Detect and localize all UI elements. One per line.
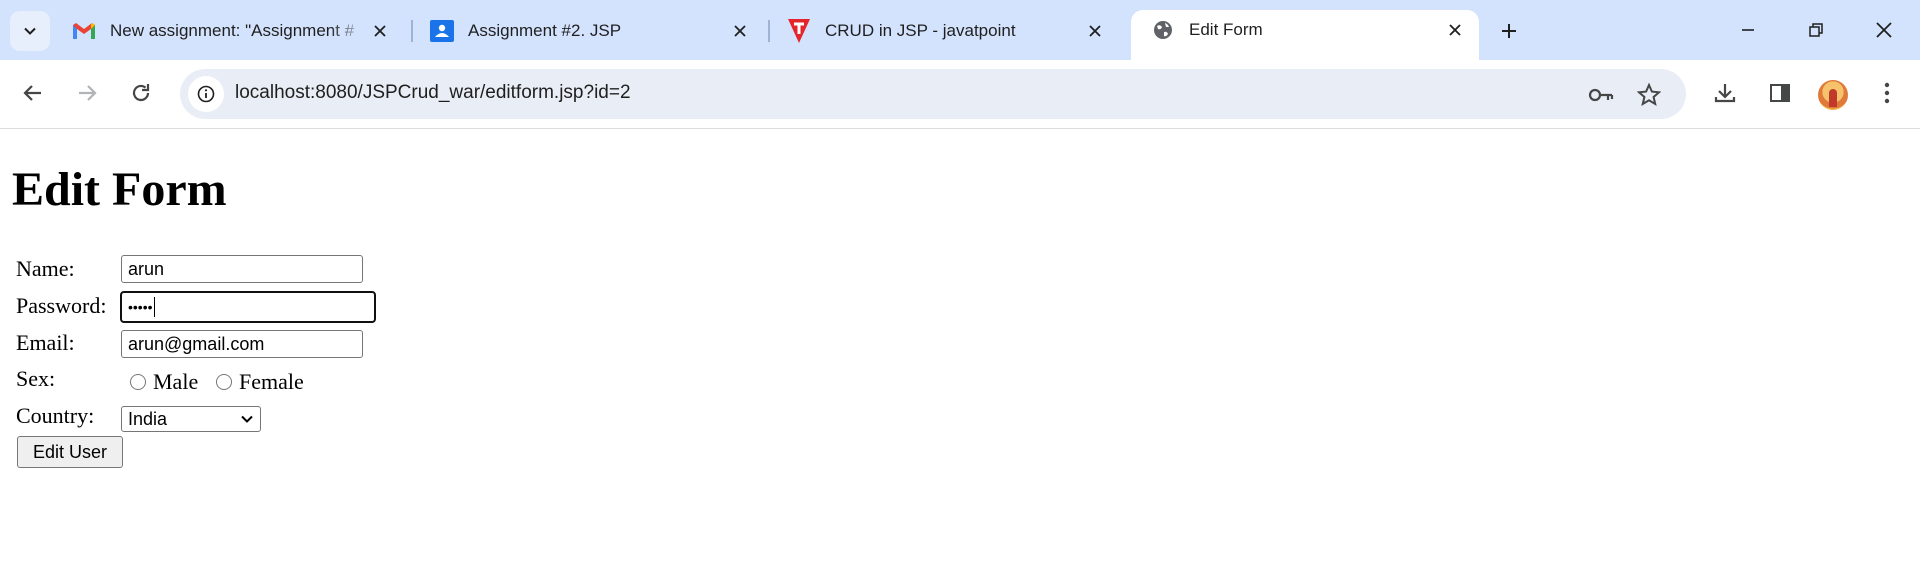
- text-caret: [153, 297, 155, 317]
- back-button[interactable]: [16, 76, 50, 110]
- url-text: localhost:8080/JSPCrud_war/editform.jsp?…: [235, 82, 631, 103]
- key-icon[interactable]: [1588, 82, 1614, 108]
- reload-button[interactable]: [124, 76, 158, 110]
- side-panel-icon: [1770, 84, 1790, 102]
- restore-icon: [1809, 23, 1823, 37]
- forward-button[interactable]: [70, 76, 104, 110]
- sex-option-female-label: Female: [239, 369, 304, 394]
- reload-icon: [132, 84, 150, 102]
- email-input[interactable]: arun@gmail.com: [121, 330, 363, 358]
- profile-avatar[interactable]: [1818, 80, 1848, 110]
- password-label: Password:: [16, 293, 107, 318]
- tab-title: CRUD in JSP - javatpoint: [825, 21, 1016, 40]
- more-vert-icon: [1884, 82, 1890, 104]
- email-label: Email:: [16, 330, 75, 355]
- plus-icon: [1502, 24, 1516, 38]
- country-select[interactable]: India: [121, 406, 261, 432]
- tab-classroom[interactable]: Assignment #2. JSP: [410, 10, 764, 52]
- side-panel-button[interactable]: [1763, 76, 1797, 110]
- menu-button[interactable]: [1870, 76, 1904, 110]
- name-input[interactable]: arun: [121, 255, 363, 283]
- close-icon: [1876, 22, 1892, 38]
- tab-title: Assignment #2. JSP: [468, 21, 622, 40]
- close-icon[interactable]: [728, 19, 752, 43]
- site-info-icon[interactable]: [188, 76, 224, 112]
- tab-search-button[interactable]: [10, 11, 50, 51]
- page-title: Edit Form: [12, 163, 227, 216]
- tab-gmail[interactable]: New assignment: "Assignment #: [52, 10, 404, 52]
- classroom-icon: [430, 19, 454, 43]
- tab-javatpoint[interactable]: CRUD in JSP - javatpoint: [767, 10, 1119, 52]
- close-icon[interactable]: [1443, 18, 1467, 42]
- sex-option-male-label: Male: [153, 369, 199, 394]
- close-icon[interactable]: [368, 19, 392, 43]
- restore-button[interactable]: [1796, 12, 1836, 48]
- star-icon[interactable]: [1636, 82, 1662, 108]
- gmail-icon: [72, 19, 96, 43]
- javatpoint-icon: [787, 19, 811, 43]
- sex-label: Sex:: [16, 366, 56, 391]
- download-icon: [1714, 84, 1736, 103]
- address-bar[interactable]: localhost:8080/JSPCrud_war/editform.jsp?…: [180, 69, 1686, 119]
- sex-radio-female[interactable]: [216, 374, 232, 390]
- minimize-button[interactable]: [1728, 12, 1768, 48]
- tab-strip: New assignment: "Assignment # Assignment…: [0, 0, 1920, 60]
- page-content: Edit Form Name: arun Password: ••••• Ema…: [0, 130, 1920, 582]
- edit-user-button[interactable]: Edit User: [17, 436, 123, 468]
- close-window-button[interactable]: [1864, 12, 1904, 48]
- sex-radio-male[interactable]: [130, 374, 146, 390]
- downloads-button[interactable]: [1708, 76, 1742, 110]
- country-label: Country:: [16, 403, 95, 428]
- close-icon[interactable]: [1083, 19, 1107, 43]
- password-input[interactable]: •••••: [120, 291, 376, 323]
- arrow-left-icon: [23, 85, 41, 101]
- password-mask: •••••: [128, 299, 153, 315]
- globe-icon: [1151, 18, 1175, 42]
- chevron-down-icon: [241, 415, 253, 423]
- name-label: Name:: [16, 256, 75, 281]
- arrow-right-icon: [79, 85, 97, 101]
- browser-toolbar: localhost:8080/JSPCrud_war/editform.jsp?…: [0, 60, 1920, 129]
- tab-title: Edit Form: [1189, 20, 1263, 39]
- new-tab-button[interactable]: [1494, 16, 1524, 46]
- tab-edit-form[interactable]: Edit Form: [1131, 10, 1479, 60]
- minimize-icon: [1742, 29, 1754, 31]
- country-selected-value: India: [128, 408, 168, 429]
- chevron-down-icon: [24, 27, 36, 35]
- tab-title: New assignment: "Assignment #: [110, 21, 355, 40]
